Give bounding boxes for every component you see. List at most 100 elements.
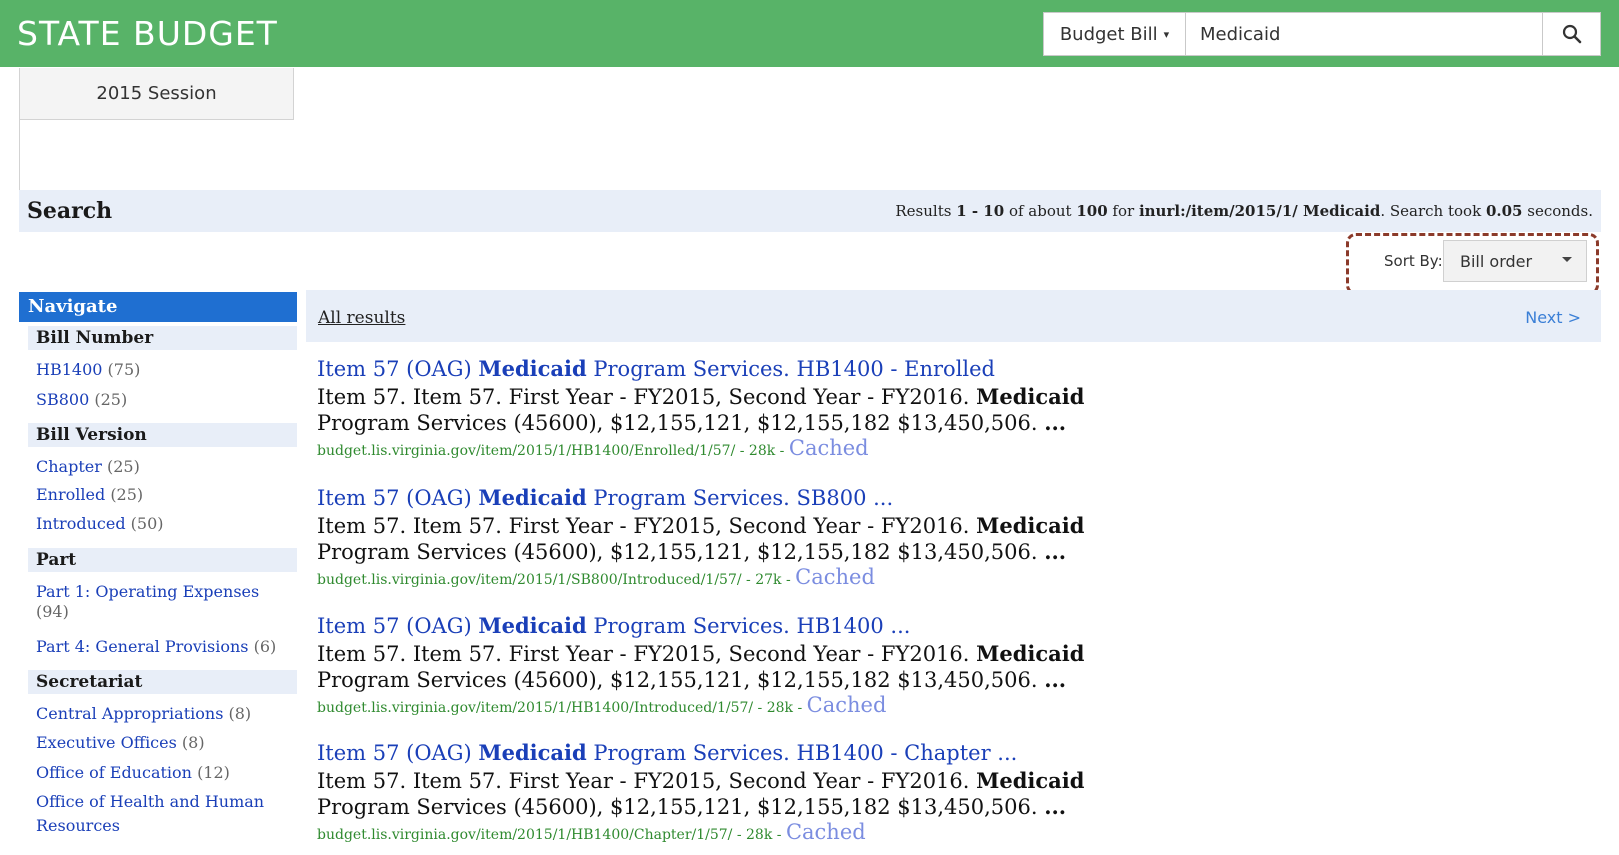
result-title-text: Program Services. HB1400 - Chapter ...: [586, 741, 1018, 765]
sidebar-title: Navigate: [19, 292, 297, 322]
result-title-link[interactable]: Item 57 (OAG) Medicaid Program Services.…: [317, 740, 1317, 766]
result-title-text: Program Services. SB800 ...: [586, 486, 894, 510]
snippet-text: Item 57. Item 57. First Year - FY2015, S…: [317, 385, 977, 409]
result-snippet: Item 57. Item 57. First Year - FY2015, S…: [317, 513, 1137, 565]
site-title[interactable]: STATE BUDGET: [17, 14, 278, 53]
all-results-link[interactable]: All results: [318, 308, 405, 328]
navigate-sidebar: Navigate Bill Number HB1400 (75) SB800 (…: [19, 292, 297, 855]
result-title-text: Program Services. HB1400 - Enrolled: [586, 357, 996, 381]
search-scope-label: Budget Bill: [1059, 23, 1158, 45]
sidebar-item-label: SB800: [36, 390, 90, 409]
cached-link[interactable]: Cached: [789, 436, 869, 460]
result-url: budget.lis.virginia.gov/item/2015/1/HB14…: [317, 436, 1317, 463]
snippet-highlight: Medicaid: [976, 513, 1085, 538]
sort-selected-value: Bill order: [1460, 251, 1533, 271]
sidebar-item-count: (6): [253, 637, 277, 656]
result-snippet: Item 57. Item 57. First Year - FY2015, S…: [317, 768, 1137, 820]
result-title-highlight: Medicaid: [478, 356, 587, 381]
sidebar-item-count: (75): [107, 360, 141, 379]
page-title: Search: [27, 198, 113, 224]
sidebar-item-health-human-resources[interactable]: Office of Health and Human Resources: [36, 790, 276, 838]
result-url-text: budget.lis.virginia.gov/item/2015/1/HB14…: [317, 700, 807, 716]
snippet-ellipsis: ...: [1044, 539, 1067, 564]
section-heading-bill-number: Bill Number: [28, 326, 297, 350]
sidebar-item-part-1[interactable]: Part 1: Operating Expenses (94): [36, 582, 286, 622]
snippet-text: Program Services (45600), $12,155,121, $…: [317, 668, 1045, 692]
sidebar-item-sb800[interactable]: SB800 (25): [36, 390, 127, 410]
sidebar-item-label: HB1400: [36, 360, 103, 379]
session-button[interactable]: 2015 Session: [19, 68, 294, 120]
cached-link[interactable]: Cached: [786, 820, 866, 844]
search-result: Item 57 (OAG) Medicaid Program Services.…: [317, 485, 1317, 592]
cached-link[interactable]: Cached: [795, 565, 875, 589]
results-bar: All results Next >: [306, 290, 1601, 342]
result-url: budget.lis.virginia.gov/item/2015/1/HB14…: [317, 693, 1317, 720]
sidebar-item-enrolled[interactable]: Enrolled (25): [36, 485, 143, 505]
sidebar-item-count: (12): [197, 763, 230, 782]
sidebar-item-executive-offices[interactable]: Executive Offices (8): [36, 733, 205, 753]
snippet-highlight: Medicaid: [976, 768, 1085, 793]
sidebar-item-label: Central Appropriations: [36, 704, 224, 723]
result-url-text: budget.lis.virginia.gov/item/2015/1/HB14…: [317, 827, 786, 843]
search-button[interactable]: [1542, 13, 1600, 55]
next-page-link[interactable]: Next >: [1525, 308, 1581, 327]
sidebar-item-chapter[interactable]: Chapter (25): [36, 457, 140, 477]
snippet-ellipsis: ...: [1044, 794, 1067, 819]
sidebar-item-count: (25): [110, 485, 144, 504]
sidebar-item-label: Enrolled: [36, 485, 106, 504]
result-title-highlight: Medicaid: [478, 613, 587, 638]
result-title-text: Program Services. HB1400 ...: [586, 614, 911, 638]
results-summary: Results 1 - 10 of about 100 for inurl:/i…: [895, 202, 1593, 220]
summary-text: seconds.: [1522, 202, 1593, 220]
search-result: Item 57 (OAG) Medicaid Program Services.…: [317, 356, 1317, 463]
summary-query: inurl:/item/2015/1/ Medicaid: [1138, 202, 1381, 220]
result-url: budget.lis.virginia.gov/item/2015/1/HB14…: [317, 820, 1317, 847]
sidebar-item-count: (25): [106, 457, 140, 476]
search-scope-dropdown[interactable]: Budget Bill ▾: [1044, 13, 1186, 55]
result-title-link[interactable]: Item 57 (OAG) Medicaid Program Services.…: [317, 356, 1317, 382]
summary-text: Results: [895, 202, 957, 220]
result-title-highlight: Medicaid: [478, 485, 587, 510]
search-result: Item 57 (OAG) Medicaid Program Services.…: [317, 740, 1317, 847]
sidebar-item-hb1400[interactable]: HB1400 (75): [36, 360, 140, 380]
sidebar-item-label: Executive Offices: [36, 733, 177, 752]
result-title-link[interactable]: Item 57 (OAG) Medicaid Program Services.…: [317, 485, 1317, 511]
result-snippet: Item 57. Item 57. First Year - FY2015, S…: [317, 384, 1137, 436]
snippet-text: Program Services (45600), $12,155,121, $…: [317, 540, 1045, 564]
sidebar-item-count: (50): [130, 514, 164, 533]
sidebar-item-office-of-education[interactable]: Office of Education (12): [36, 763, 230, 783]
section-heading-bill-version: Bill Version: [28, 423, 297, 447]
sort-dropdown[interactable]: Bill order: [1443, 240, 1587, 282]
sidebar-item-part-4[interactable]: Part 4: General Provisions (6): [36, 637, 276, 657]
section-heading-secretariat: Secretariat: [28, 670, 297, 694]
search-header: Search Results 1 - 10 of about 100 for i…: [19, 190, 1601, 232]
result-url: budget.lis.virginia.gov/item/2015/1/SB80…: [317, 565, 1317, 592]
sidebar-item-introduced[interactable]: Introduced (50): [36, 514, 164, 534]
sidebar-item-label: Part 4: General Provisions: [36, 637, 249, 656]
sidebar-item-count: (8): [181, 733, 205, 752]
sidebar-item-count: (94): [36, 602, 69, 621]
divider: [19, 120, 20, 200]
search-input[interactable]: [1186, 13, 1542, 55]
result-url-text: budget.lis.virginia.gov/item/2015/1/HB14…: [317, 443, 789, 459]
result-title-text: Item 57 (OAG): [317, 614, 479, 638]
sidebar-item-central-appropriations[interactable]: Central Appropriations (8): [36, 704, 251, 724]
result-title-link[interactable]: Item 57 (OAG) Medicaid Program Services.…: [317, 613, 1317, 639]
cached-link[interactable]: Cached: [807, 693, 887, 717]
summary-time: 0.05: [1485, 202, 1523, 220]
summary-text: for: [1107, 202, 1139, 220]
search-group: Budget Bill ▾: [1043, 12, 1601, 56]
result-title-text: Item 57 (OAG): [317, 357, 479, 381]
snippet-highlight: Medicaid: [976, 641, 1085, 666]
snippet-text: Program Services (45600), $12,155,121, $…: [317, 795, 1045, 819]
summary-text: of about: [1004, 202, 1077, 220]
sidebar-item-label: Introduced: [36, 514, 126, 533]
result-url-text: budget.lis.virginia.gov/item/2015/1/SB80…: [317, 572, 796, 588]
sidebar-item-label: Office of Health and Human Resources: [36, 792, 265, 835]
sidebar-item-count: (8): [228, 704, 252, 723]
sort-label: Sort By:: [1384, 252, 1443, 270]
summary-total: 100: [1076, 202, 1108, 220]
search-icon: [1562, 24, 1581, 44]
snippet-highlight: Medicaid: [976, 384, 1085, 409]
result-title-text: Item 57 (OAG): [317, 486, 479, 510]
